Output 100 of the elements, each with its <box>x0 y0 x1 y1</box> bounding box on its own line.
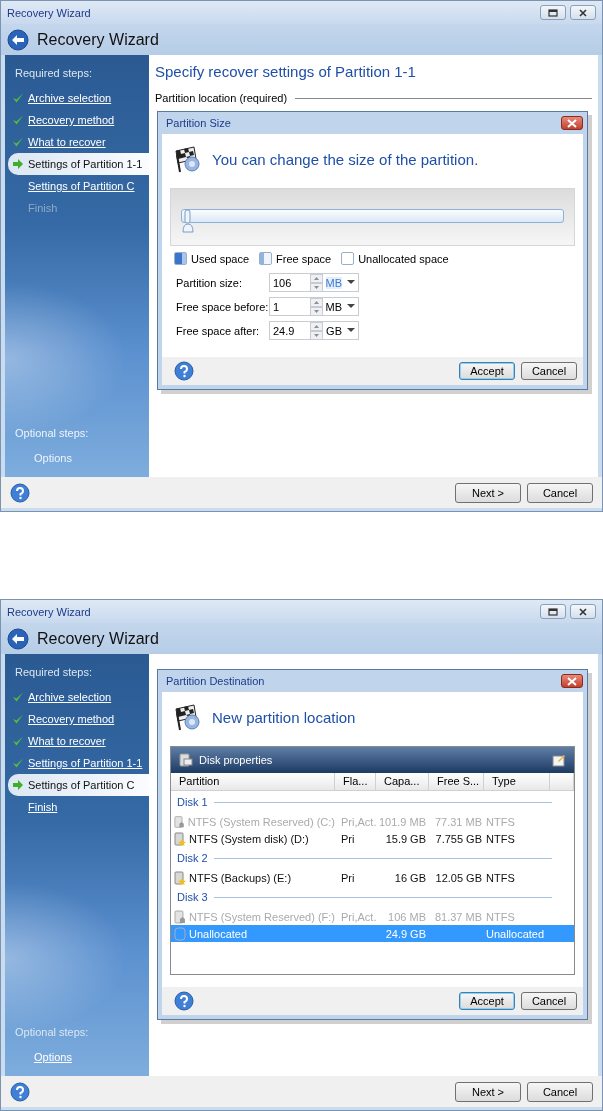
step-link[interactable]: Recovery method <box>28 114 115 126</box>
table-cell-text: 77.31 MB <box>433 815 483 828</box>
table-cell-text: Pri,Act. <box>340 910 376 923</box>
table-cell: Unallocated <box>189 927 248 940</box>
drive-icon <box>174 831 186 846</box>
caret-icon <box>347 280 355 285</box>
dialog-button[interactable]: Cancel <box>521 992 577 1010</box>
column-header[interactable]: Type <box>484 773 550 790</box>
restore-button[interactable] <box>540 5 566 20</box>
table-cell-text: 16 GB <box>393 871 427 884</box>
wizard-button[interactable]: Cancel <box>527 482 593 503</box>
drive-icon <box>174 814 185 829</box>
table-cell: NTFS (Backups) (E:) <box>189 871 292 884</box>
close-icon <box>566 676 578 686</box>
field-label: Free space after: <box>176 324 261 337</box>
table-cell-text: Pri <box>340 832 356 845</box>
step-link[interactable]: Settings of Partition C <box>28 180 135 192</box>
window-title: Recovery Wizard <box>7 605 91 618</box>
dialog-button[interactable]: Accept <box>459 992 515 1010</box>
checkered-flag-icon <box>174 145 202 173</box>
current-step[interactable]: Settings of Partition 1-1 <box>8 153 149 175</box>
column-header[interactable]: Partition <box>171 773 335 790</box>
disk-group-label: Disk 1 <box>177 796 208 808</box>
close-button[interactable] <box>570 5 596 20</box>
arrow-icon <box>12 158 24 170</box>
section-label: Optional steps: <box>14 426 90 441</box>
edit-icon[interactable] <box>552 753 566 767</box>
dialog-button[interactable]: Cancel <box>521 362 577 380</box>
field-label: Partition size: <box>176 276 244 289</box>
legend-label: Used space <box>191 252 250 265</box>
legend-swatch <box>341 252 355 265</box>
help-icon[interactable] <box>10 482 30 503</box>
panel-title: Disk properties <box>199 754 274 766</box>
check-icon <box>12 735 24 747</box>
section-label: Required steps: <box>14 665 94 680</box>
step-link[interactable]: Finish <box>28 801 58 813</box>
legend-swatch <box>174 252 187 265</box>
table-cell-text: 106 MB <box>387 910 427 923</box>
step-link[interactable]: What to recover <box>28 735 106 747</box>
wizard-title: Recovery Wizard <box>37 629 159 648</box>
dialog-title: Partition Destination <box>166 675 265 687</box>
size-field[interactable]: 106 MB <box>269 273 359 292</box>
back-icon[interactable] <box>7 627 29 650</box>
legend-swatch <box>259 252 273 265</box>
spin-buttons[interactable] <box>309 273 323 292</box>
table-row[interactable]: NTFS (Backups) (E:) Pri 16 GB 12.05 GB NTFS <box>171 869 574 886</box>
table-cell-text: 7.755 GB <box>434 832 483 845</box>
field-label: Free space before: <box>176 300 269 313</box>
step-link[interactable]: What to recover <box>28 136 106 148</box>
close-icon <box>578 607 588 616</box>
caret-icon <box>347 304 355 309</box>
step-link[interactable]: Recovery method <box>28 713 115 725</box>
restore-button[interactable] <box>540 604 566 619</box>
table-cell-text: NTFS <box>485 910 516 923</box>
column-header[interactable]: Capa... <box>376 773 429 790</box>
help-icon[interactable] <box>174 991 194 1011</box>
help-icon[interactable] <box>10 1081 30 1102</box>
dialog-button[interactable]: Accept <box>459 362 515 380</box>
step-link[interactable]: Settings of Partition 1-1 <box>28 757 143 769</box>
help-icon[interactable] <box>174 361 194 381</box>
table-cell-text: 15.9 GB <box>384 832 427 845</box>
table-row[interactable]: NTFS (System disk) (D:) Pri 15.9 GB 7.755 GB NTFS <box>171 830 574 847</box>
check-icon <box>12 691 24 703</box>
spin-buttons[interactable] <box>309 297 323 316</box>
check-icon <box>12 136 24 148</box>
close-button[interactable] <box>561 674 583 688</box>
wizard-button[interactable]: Cancel <box>527 1081 593 1102</box>
step-link[interactable]: Archive selection <box>28 691 112 703</box>
close-button[interactable] <box>570 604 596 619</box>
table-cell-text: NTFS <box>485 832 516 845</box>
size-field[interactable]: 1 MB <box>269 297 359 316</box>
table-cell-text: 24.9 GB <box>384 927 427 940</box>
table-cell-text: Pri,Act. <box>340 815 376 828</box>
disk-group-label: Disk 3 <box>177 891 208 903</box>
spin-buttons[interactable] <box>310 321 324 340</box>
current-step[interactable]: Settings of Partition C <box>8 774 149 796</box>
dialog-heading: You can change the size of the partition. <box>212 150 479 168</box>
column-header[interactable]: Free S... <box>429 773 484 790</box>
table-cell-text: Pri <box>340 871 356 884</box>
wizard-button[interactable]: Next > <box>455 482 521 503</box>
checkered-flag-icon <box>174 703 202 731</box>
size-field[interactable]: 24.9 GB <box>269 321 359 340</box>
section-label: Optional steps: <box>14 1025 90 1040</box>
dialog-title: Partition Size <box>166 117 231 129</box>
column-header[interactable]: Fla... <box>335 773 376 790</box>
wizard-button[interactable]: Next > <box>455 1081 521 1102</box>
window-title: Recovery Wizard <box>7 6 91 19</box>
slider-thumb[interactable] <box>181 209 195 233</box>
back-icon[interactable] <box>7 28 29 51</box>
step-link[interactable]: Settings of Partition C <box>28 779 135 791</box>
legend-label: Unallocated space <box>358 252 449 265</box>
table-cell: NTFS (System disk) (D:) <box>189 832 309 845</box>
slider[interactable] <box>181 209 564 235</box>
close-button[interactable] <box>561 116 583 130</box>
close-icon <box>578 8 588 17</box>
drive-icon <box>174 870 186 885</box>
restore-icon <box>548 607 558 616</box>
step-link[interactable]: Archive selection <box>28 92 112 104</box>
arrow-icon <box>12 779 24 791</box>
step-link[interactable]: Settings of Partition 1-1 <box>28 158 143 170</box>
